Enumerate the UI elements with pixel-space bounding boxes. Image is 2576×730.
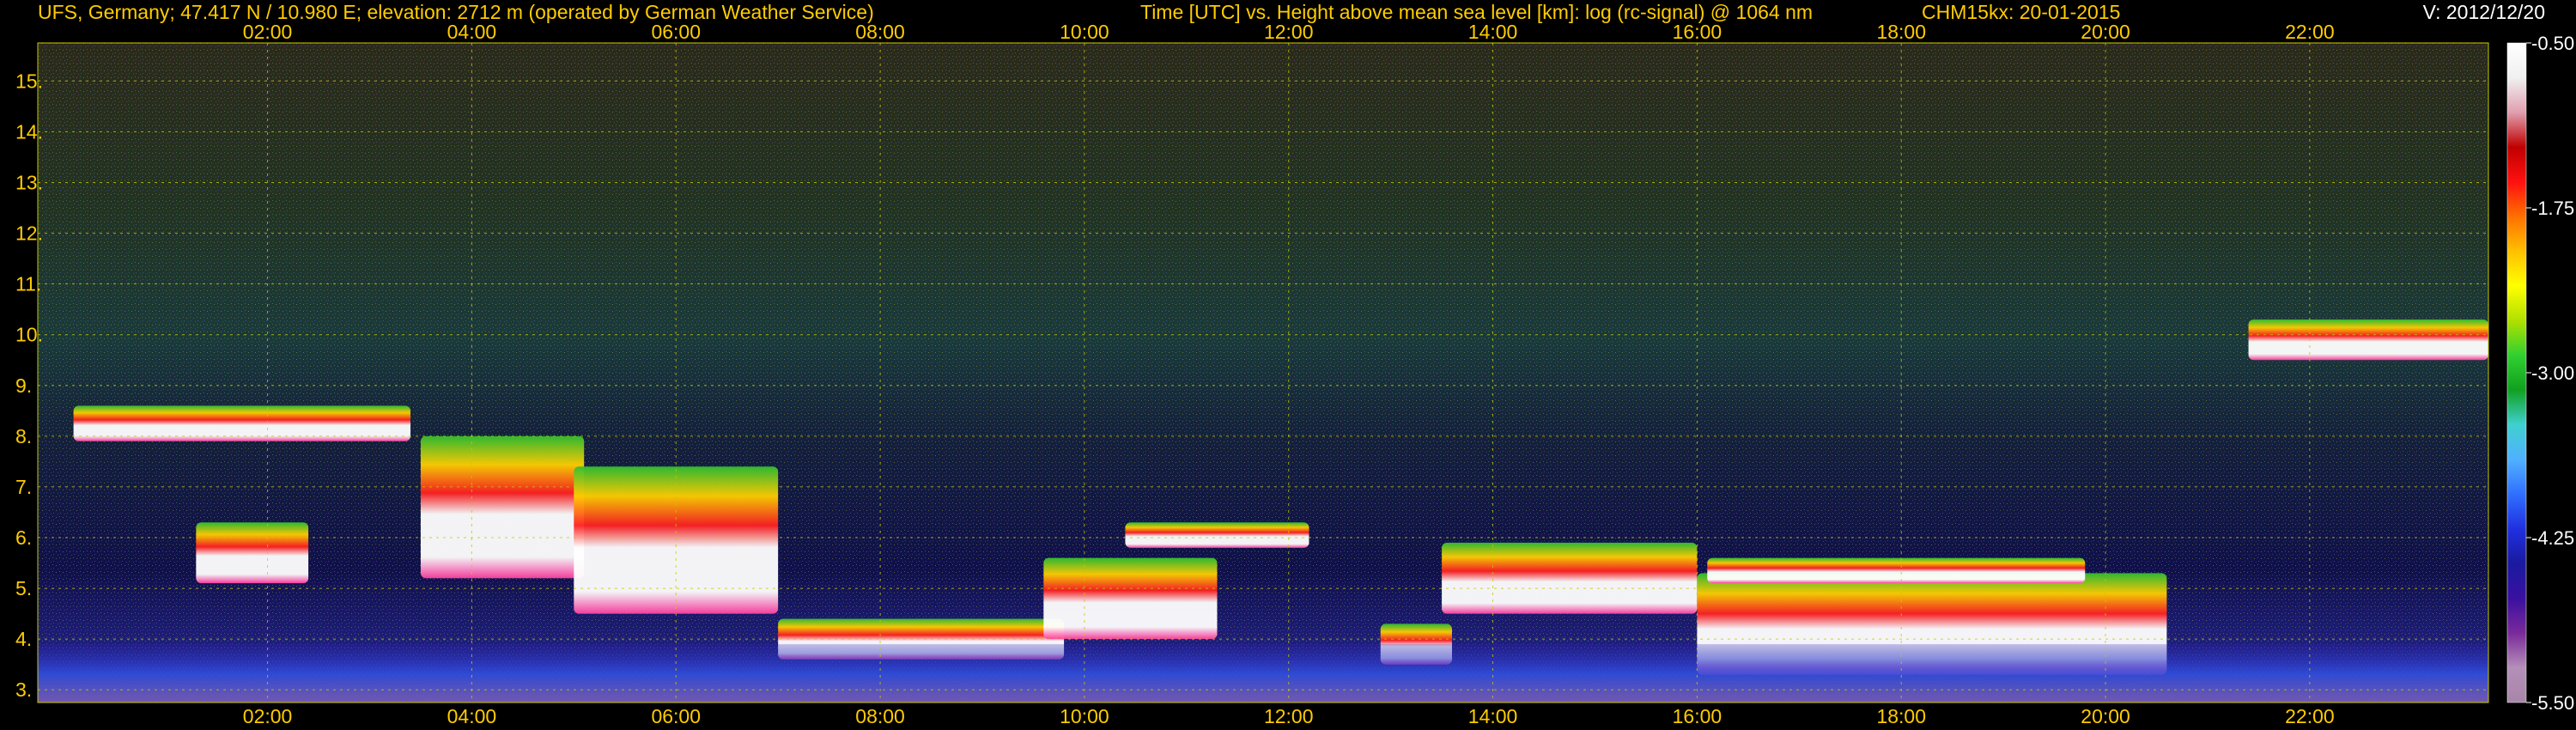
y-tick-7: 10.: [15, 324, 43, 346]
colorbar-tick-0: -0.50: [2531, 33, 2574, 54]
x-tick-top-2: 06:00: [651, 21, 701, 43]
x-tick-top-9: 20:00: [2081, 21, 2130, 43]
x-tick-bottom-2: 06:00: [651, 705, 701, 727]
y-tick-8: 11.: [15, 273, 41, 295]
boundary-layer-12: [38, 644, 2488, 703]
x-tick-bottom-0: 02:00: [243, 705, 293, 727]
x-tick-bottom-4: 10:00: [1060, 705, 1109, 727]
y-tick-4: 7.: [15, 476, 32, 498]
x-tick-bottom-8: 18:00: [1876, 705, 1926, 727]
y-tick-5: 8.: [15, 425, 32, 447]
x-tick-bottom-1: 04:00: [447, 705, 497, 727]
x-tick-top-7: 16:00: [1673, 21, 1722, 43]
y-tick-3: 6.: [15, 526, 32, 549]
x-tick-top-1: 04:00: [447, 21, 497, 43]
cloud-layer-5: [1043, 557, 1218, 640]
y-tick-6: 9.: [15, 374, 32, 397]
x-tick-top-8: 18:00: [1876, 21, 1926, 43]
y-tick-11: 14.: [15, 120, 43, 143]
ceilometer-chart: 02:00 04:00 06:00 08:00 10:00 12:00 14:00 16:00…: [15, 21, 2574, 727]
colorbar-scale: [2506, 42, 2527, 703]
y-tick-10: 13.: [15, 171, 43, 193]
cloud-layer-8: [1442, 542, 1698, 614]
x-tick-bottom-3: 08:00: [855, 705, 905, 727]
y-tick-1: 4.: [15, 628, 32, 650]
x-tick-top-4: 10:00: [1060, 21, 1109, 43]
x-axis-top-labels: 02:00 04:00 06:00 08:00 10:00 12:00 14:00 16:00…: [243, 21, 2335, 43]
colorbar-tick-1: -1.75: [2531, 198, 2574, 219]
x-tick-bottom-7: 16:00: [1673, 705, 1722, 727]
x-tick-top-10: 22:00: [2285, 21, 2335, 43]
colorbar-tick-4: -5.50: [2531, 692, 2574, 714]
cloud-layer-2: [420, 435, 585, 579]
x-tick-bottom-10: 22:00: [2285, 705, 2335, 727]
x-axis-bottom-labels: 02:00 04:00 06:00 08:00 10:00 12:00 14:00 16:00…: [243, 705, 2335, 727]
cloud-layer-6: [1125, 522, 1309, 548]
y-tick-12: 15.: [15, 70, 43, 92]
x-tick-top-5: 12:00: [1264, 21, 1314, 43]
x-tick-top-0: 02:00: [243, 21, 293, 43]
x-tick-bottom-5: 12:00: [1264, 705, 1314, 727]
cloud-layer-0: [73, 405, 411, 441]
y-tick-0: 3.: [15, 678, 32, 701]
x-tick-top-3: 08:00: [855, 21, 905, 43]
colorbar-tick-2: -3.00: [2531, 362, 2574, 384]
cloud-layer-10: [1707, 557, 2086, 584]
x-tick-bottom-9: 20:00: [2081, 705, 2130, 727]
colorbar-tick-3: -4.25: [2531, 527, 2574, 549]
cloud-layer-11: [2248, 319, 2488, 361]
cloud-layer-1: [196, 522, 309, 584]
x-tick-top-6: 14:00: [1468, 21, 1518, 43]
x-tick-bottom-6: 14:00: [1468, 705, 1518, 727]
colorbar: -0.50 -1.75 -3.00 -4.25 -5.50: [2506, 33, 2574, 714]
y-tick-9: 12.: [15, 222, 43, 245]
y-tick-2: 5.: [15, 577, 32, 599]
